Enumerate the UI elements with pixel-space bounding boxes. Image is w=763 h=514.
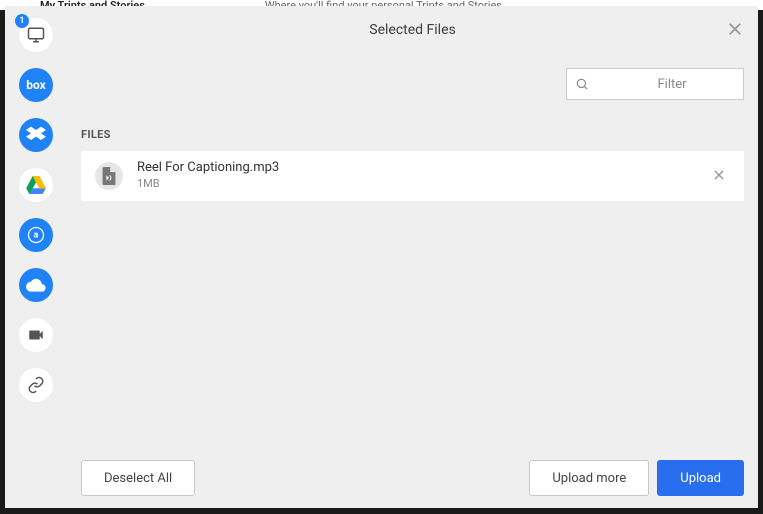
source-dropbox[interactable] (19, 118, 53, 152)
modal-footer: Deselect All Upload more Upload (67, 448, 758, 508)
filter-input[interactable] (589, 77, 755, 92)
device-badge: 1 (15, 14, 29, 28)
gdrive-icon (26, 176, 46, 194)
file-picker-modal: 1 box a Selected Files (5, 6, 758, 508)
content-area: Selected Files FILES Reel For Captioning… (67, 6, 758, 508)
source-amazon[interactable]: a (19, 218, 53, 252)
link-icon (27, 376, 45, 394)
source-link[interactable] (19, 368, 53, 402)
monitor-icon (27, 26, 45, 44)
file-name: Reel For Captioning.mp3 (137, 160, 708, 177)
onedrive-icon (26, 278, 46, 292)
file-meta: Reel For Captioning.mp3 1MB (137, 160, 708, 191)
close-button[interactable] (726, 20, 744, 42)
source-google-drive[interactable] (19, 168, 53, 202)
source-sidebar: 1 box a (5, 6, 67, 508)
search-icon (575, 77, 589, 91)
close-icon (726, 20, 744, 38)
upload-button[interactable]: Upload (657, 460, 744, 496)
file-type-icon-wrap (95, 162, 123, 190)
dropbox-icon (26, 125, 46, 145)
source-box[interactable]: box (19, 68, 53, 102)
close-icon (712, 168, 726, 182)
box-icon: box (26, 78, 46, 92)
audio-file-icon (101, 167, 117, 185)
file-list: Reel For Captioning.mp3 1MB (67, 151, 758, 201)
files-section-label: FILES (67, 100, 758, 151)
source-camera[interactable] (19, 318, 53, 352)
source-onedrive[interactable] (19, 268, 53, 302)
filter-row (67, 54, 758, 100)
modal-title: Selected Files (369, 22, 455, 38)
modal-header: Selected Files (67, 6, 758, 54)
file-row[interactable]: Reel For Captioning.mp3 1MB (81, 151, 744, 201)
source-my-device[interactable]: 1 (19, 18, 53, 52)
svg-text:a: a (34, 231, 39, 241)
file-size: 1MB (137, 177, 708, 191)
upload-more-button[interactable]: Upload more (529, 460, 649, 496)
filter-box[interactable] (566, 68, 744, 100)
deselect-all-button[interactable]: Deselect All (81, 460, 195, 496)
amazon-icon: a (26, 225, 46, 245)
video-icon (27, 326, 45, 344)
remove-file-button[interactable] (708, 163, 730, 190)
